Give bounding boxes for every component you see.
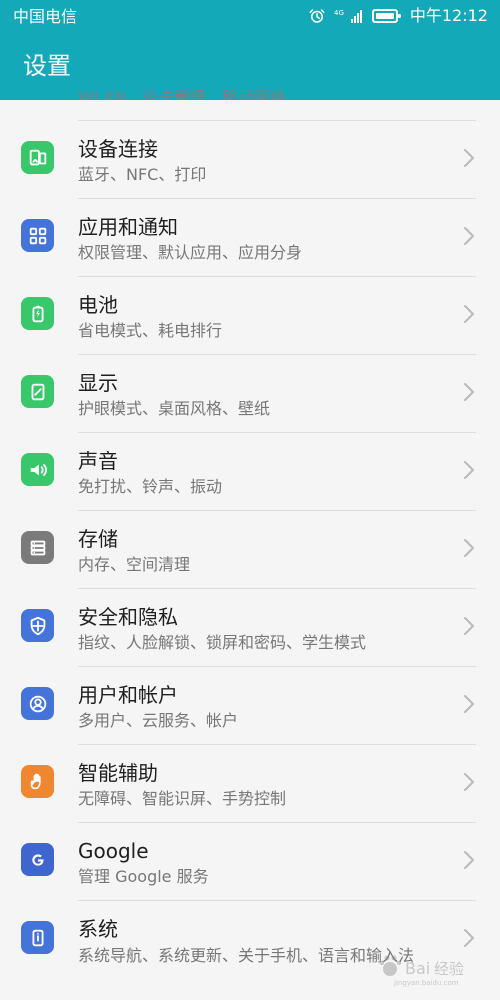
settings-item-smart-assist[interactable]: 智能辅助 无障碍、智能识屏、手势控制 bbox=[0, 745, 500, 823]
settings-item-subtitle: 权限管理、默认应用、应用分身 bbox=[78, 243, 303, 262]
settings-item-title: Google bbox=[78, 839, 149, 863]
settings-item-title: 声音 bbox=[78, 449, 118, 473]
status-time: 中午12:12 bbox=[409, 6, 488, 25]
settings-item-apps-notifications[interactable]: 应用和通知 权限管理、默认应用、应用分身 bbox=[0, 199, 500, 277]
page-title: 设置 bbox=[23, 52, 71, 80]
chevron-right-icon bbox=[464, 773, 474, 791]
settings-item-subtitle: 内存、空间清理 bbox=[78, 555, 191, 574]
settings-item-sound[interactable]: 声音 免打扰、铃声、振动 bbox=[0, 433, 500, 511]
settings-item-title: 安全和隐私 bbox=[78, 605, 178, 629]
sound-icon bbox=[21, 453, 54, 486]
device-connection-icon bbox=[21, 141, 54, 174]
chevron-right-icon bbox=[464, 851, 474, 869]
settings-item-security-privacy[interactable]: 安全和隐私 指纹、人脸解锁、锁屏和密码、学生模式 bbox=[0, 589, 500, 667]
users-accounts-icon bbox=[21, 687, 54, 720]
status-bar: 中国电信 4G 中午12:12 bbox=[0, 0, 500, 34]
settings-item-title: 智能辅助 bbox=[78, 761, 158, 785]
alarm-icon bbox=[309, 9, 325, 23]
display-icon bbox=[21, 375, 54, 408]
smart-assist-icon bbox=[21, 765, 54, 798]
settings-item-subtitle: 系统导航、系统更新、关于手机、语言和输入法 bbox=[78, 946, 415, 965]
chevron-right-icon bbox=[464, 695, 474, 713]
settings-item-display[interactable]: 显示 护眼模式、桌面风格、壁纸 bbox=[0, 355, 500, 433]
settings-item-subtitle: 无障碍、智能识屏、手势控制 bbox=[78, 789, 287, 808]
settings-list[interactable]: 设备连接 蓝牙、NFC、打印 应用和通知 权限管理、默认应用、应用分身 电池 省… bbox=[0, 100, 500, 1000]
settings-item-subtitle: 免打扰、铃声、振动 bbox=[78, 477, 223, 496]
security-icon bbox=[21, 609, 54, 642]
chevron-right-icon bbox=[464, 617, 474, 635]
settings-item-storage[interactable]: 存储 内存、空间清理 bbox=[0, 511, 500, 589]
settings-item-google[interactable]: Google 管理 Google 服务 bbox=[0, 823, 500, 901]
battery-icon bbox=[21, 297, 54, 330]
signal-icon: 4G bbox=[334, 9, 362, 23]
settings-item-device-connection[interactable]: 设备连接 蓝牙、NFC、打印 bbox=[0, 121, 500, 199]
settings-item-battery[interactable]: 电池 省电模式、耗电排行 bbox=[0, 277, 500, 355]
chevron-right-icon bbox=[464, 461, 474, 479]
settings-item-title: 应用和通知 bbox=[78, 215, 178, 239]
settings-item-subtitle: 护眼模式、桌面风格、壁纸 bbox=[78, 399, 271, 418]
storage-icon bbox=[21, 531, 54, 564]
settings-item-title: 电池 bbox=[78, 293, 118, 317]
battery-status-icon bbox=[371, 9, 401, 23]
settings-item-subtitle: 多用户、云服务、帐户 bbox=[78, 711, 239, 730]
chevron-right-icon bbox=[464, 539, 474, 557]
chevron-right-icon bbox=[464, 305, 474, 323]
carrier-name: 中国电信 bbox=[13, 7, 78, 26]
chevron-right-icon bbox=[464, 227, 474, 245]
settings-item-subtitle: 省电模式、耗电排行 bbox=[78, 321, 223, 340]
settings-item-title: 存储 bbox=[78, 527, 118, 551]
settings-item-subtitle: 指纹、人脸解锁、锁屏和密码、学生模式 bbox=[78, 633, 367, 652]
system-icon bbox=[21, 921, 54, 954]
network-type: 4G bbox=[334, 9, 344, 17]
status-icons: 4G 中午12:12 bbox=[308, 6, 488, 26]
settings-item-system[interactable]: 系统 系统导航、系统更新、关于手机、语言和输入法 bbox=[0, 901, 500, 1000]
settings-item-subtitle: 管理 Google 服务 bbox=[78, 867, 209, 886]
chevron-right-icon bbox=[464, 929, 474, 947]
settings-item-users-accounts[interactable]: 用户和帐户 多用户、云服务、帐户 bbox=[0, 667, 500, 745]
settings-item-title: 设备连接 bbox=[78, 137, 158, 161]
apps-notifications-icon bbox=[21, 219, 54, 252]
chevron-right-icon bbox=[464, 383, 474, 401]
settings-item-title: 系统 bbox=[78, 917, 118, 941]
settings-item-title: 用户和帐户 bbox=[78, 683, 178, 707]
google-icon bbox=[21, 843, 54, 876]
settings-item-title: 显示 bbox=[78, 371, 118, 395]
settings-item-subtitle: 蓝牙、NFC、打印 bbox=[78, 165, 207, 184]
chevron-right-icon bbox=[464, 149, 474, 167]
